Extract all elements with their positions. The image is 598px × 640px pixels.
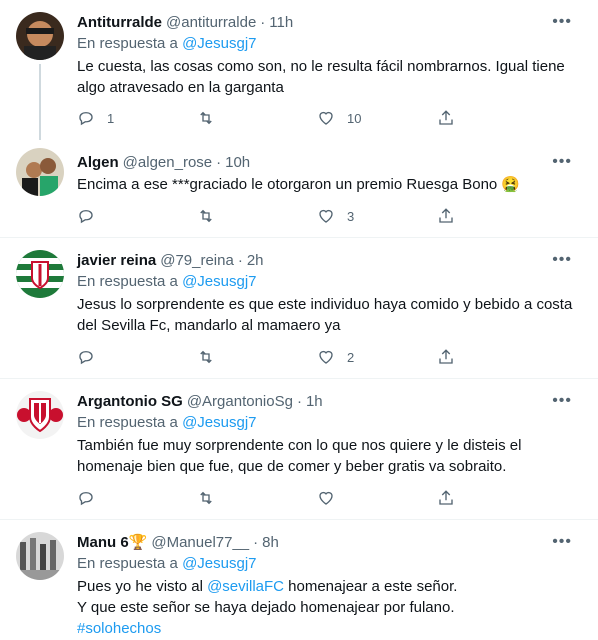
reply-button[interactable] bbox=[77, 206, 197, 226]
reply-context: En respuesta a @Jesusgj7 bbox=[77, 414, 257, 431]
retweet-icon bbox=[200, 209, 212, 223]
display-name[interactable]: Argantonio SG bbox=[77, 393, 183, 410]
retweet-button[interactable] bbox=[197, 108, 317, 128]
like-icon bbox=[319, 111, 333, 125]
more-icon[interactable]: ••• bbox=[552, 391, 572, 411]
reply-to-link[interactable]: @Jesusgj7 bbox=[182, 414, 256, 431]
timestamp[interactable]: 8h bbox=[262, 534, 279, 551]
share-icon bbox=[439, 208, 453, 223]
reply-context: En respuesta a @Jesusgj7 bbox=[77, 35, 257, 52]
share-button[interactable] bbox=[437, 488, 455, 508]
reply-context: En respuesta a @Jesusgj7 bbox=[77, 555, 257, 572]
timestamp[interactable]: 10h bbox=[225, 154, 250, 171]
reply-icon bbox=[79, 112, 93, 126]
timestamp[interactable]: 2h bbox=[247, 252, 264, 269]
user-handle[interactable]: @79_reina bbox=[160, 252, 234, 269]
tweet-text: Pues yo he visto al @sevillaFC homenajea… bbox=[77, 576, 586, 639]
display-name[interactable]: Algen bbox=[77, 154, 119, 171]
more-icon[interactable]: ••• bbox=[552, 532, 572, 552]
tweet-text: Encima a ese ***graciado le otorgaron un… bbox=[77, 176, 521, 193]
avatar[interactable] bbox=[16, 148, 64, 196]
like-icon bbox=[319, 491, 333, 505]
retweet-icon bbox=[200, 111, 212, 125]
more-icon[interactable]: ••• bbox=[552, 152, 572, 172]
display-name[interactable]: javier reina bbox=[77, 252, 156, 269]
avatar[interactable] bbox=[16, 391, 64, 439]
like-button[interactable]: 10 bbox=[317, 108, 437, 128]
user-handle[interactable]: @ArgantonioSg bbox=[187, 393, 293, 410]
avatar[interactable] bbox=[16, 532, 64, 580]
tweet[interactable]: Argantonio SG @ArgantonioSg · 1h ••• En … bbox=[0, 379, 598, 520]
retweet-button[interactable] bbox=[197, 347, 317, 367]
share-button[interactable] bbox=[437, 206, 455, 226]
share-icon bbox=[439, 490, 453, 505]
avatar[interactable] bbox=[16, 12, 64, 60]
share-button[interactable] bbox=[437, 108, 455, 128]
retweet-icon bbox=[200, 491, 212, 505]
like-icon bbox=[319, 350, 333, 364]
mention-link[interactable]: @sevillaFC bbox=[207, 578, 284, 595]
reply-icon bbox=[79, 351, 93, 365]
more-icon[interactable]: ••• bbox=[552, 250, 572, 270]
reply-icon bbox=[79, 210, 93, 224]
like-icon bbox=[319, 209, 333, 223]
like-button[interactable]: 2 bbox=[317, 347, 437, 367]
reply-button[interactable]: 1 bbox=[77, 108, 197, 128]
timestamp[interactable]: 1h bbox=[306, 393, 323, 410]
retweet-button[interactable] bbox=[197, 488, 317, 508]
reply-button[interactable] bbox=[77, 488, 197, 508]
tweet[interactable]: Antiturralde @antiturralde · 11h ••• En … bbox=[0, 0, 598, 140]
user-handle[interactable]: @algen_rose bbox=[123, 154, 212, 171]
tweet-text: También fue muy sorprendente con lo que … bbox=[77, 437, 522, 475]
share-button[interactable] bbox=[437, 347, 455, 367]
tweet-text: Jesus lo sorprendente es que este indivi… bbox=[77, 296, 573, 334]
share-icon bbox=[439, 110, 453, 125]
retweet-button[interactable] bbox=[197, 206, 317, 226]
like-button[interactable] bbox=[317, 488, 437, 508]
reply-to-link[interactable]: @Jesusgj7 bbox=[182, 273, 256, 290]
user-handle[interactable]: @antiturralde bbox=[166, 14, 256, 31]
timestamp[interactable]: 11h bbox=[269, 14, 293, 31]
reply-to-link[interactable]: @Jesusgj7 bbox=[182, 555, 256, 572]
like-button[interactable]: 3 bbox=[317, 206, 437, 226]
tweet[interactable]: Algen @algen_rose · 10h ••• Encima a ese… bbox=[0, 140, 598, 238]
hashtag-link[interactable]: #solohechos bbox=[77, 618, 586, 639]
more-icon[interactable]: ••• bbox=[552, 12, 572, 32]
tweet-text: Le cuesta, las cosas como son, no le res… bbox=[77, 58, 565, 96]
reply-icon bbox=[79, 492, 93, 506]
reply-button[interactable] bbox=[77, 347, 197, 367]
display-name[interactable]: Antiturralde bbox=[77, 14, 162, 31]
reply-to-link[interactable]: @Jesusgj7 bbox=[182, 35, 256, 52]
user-handle[interactable]: @Manuel77__ bbox=[151, 534, 249, 551]
share-icon bbox=[439, 349, 453, 364]
tweet[interactable]: javier reina @79_reina · 2h ••• En respu… bbox=[0, 238, 598, 379]
tweet[interactable]: Manu 6🏆 @Manuel77__ · 8h ••• En respuest… bbox=[0, 520, 598, 640]
display-name[interactable]: Manu 6🏆 bbox=[77, 533, 147, 551]
avatar[interactable] bbox=[16, 250, 64, 298]
retweet-icon bbox=[200, 350, 212, 364]
thread-line bbox=[39, 64, 41, 140]
reply-context: En respuesta a @Jesusgj7 bbox=[77, 273, 257, 290]
